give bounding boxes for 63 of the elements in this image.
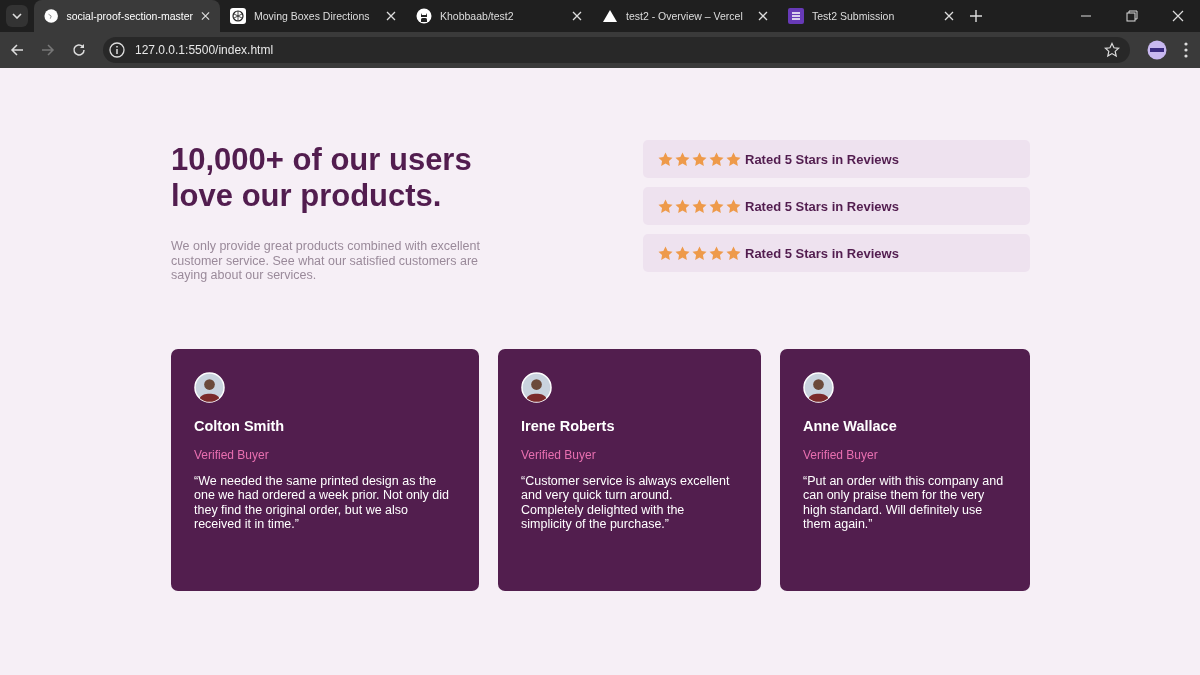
rating-label: Rated 5 Stars in Reviews xyxy=(745,151,899,167)
star-icon xyxy=(692,151,707,167)
tab-title: Test2 Submission xyxy=(812,10,896,22)
tab-title: Khobbaab/test2 xyxy=(440,10,515,22)
avatar xyxy=(194,371,225,403)
avatar xyxy=(803,371,834,403)
address-field[interactable]: 127.0.0.1:5500/index.html xyxy=(103,37,1130,63)
star-icon xyxy=(675,198,690,214)
browser-tab[interactable]: social-proof-section-master xyxy=(34,0,220,32)
verified-label: Verified Buyer xyxy=(521,447,597,462)
star-icon xyxy=(726,245,741,261)
testimonial-quote: “Put an order with this company and can only praise them for the very high standard. Will definitely use them again.” xyxy=(803,473,1005,532)
description: We only provide great products combined with excellent customer service. See what our satisfied customers are saying about our services. xyxy=(171,239,481,283)
verified-label: Verified Buyer xyxy=(803,447,879,462)
star-icon xyxy=(658,151,673,167)
close-icon[interactable] xyxy=(201,11,210,21)
star-icon xyxy=(692,245,707,261)
back-icon[interactable] xyxy=(10,43,24,57)
browser-tab[interactable]: Moving Boxes Directions xyxy=(220,0,406,32)
knot-icon xyxy=(230,8,246,24)
reload-icon[interactable] xyxy=(72,43,86,57)
reviewer-name: Anne Wallace xyxy=(803,417,898,434)
reviewer-name: Irene Roberts xyxy=(521,417,616,434)
star-icon xyxy=(709,198,724,214)
new-tab-icon[interactable] xyxy=(970,10,982,22)
tab-title: test2 - Overview – Vercel xyxy=(626,10,744,22)
reviewer-name: Colton Smith xyxy=(194,417,286,434)
forward-icon[interactable] xyxy=(41,43,55,57)
browser-tab[interactable]: Test2 Submission xyxy=(778,0,964,32)
star-icon xyxy=(675,151,690,167)
star-icon xyxy=(726,198,741,214)
chevron-icon xyxy=(12,13,22,19)
browser-tab[interactable]: Khobbaab/test2 xyxy=(406,0,592,32)
rating-label: Rated 5 Stars in Reviews xyxy=(745,245,899,261)
testimonial-quote: “We needed the same printed design as the one we had ordered a week prior. Not only did they find the original order, but we also received it in time.” xyxy=(194,473,451,532)
bookmark-star-icon[interactable] xyxy=(1104,42,1120,58)
profile-avatar-icon[interactable] xyxy=(1147,40,1167,60)
triangle-icon xyxy=(602,8,618,24)
star-icon xyxy=(709,245,724,261)
avatar xyxy=(521,371,552,403)
star-icon xyxy=(692,198,707,214)
headline: 10,000+ of our users love our products. xyxy=(171,142,473,214)
more-menu-icon[interactable] xyxy=(1184,42,1188,58)
list-icon xyxy=(788,8,804,24)
tab-search-button[interactable] xyxy=(6,5,28,27)
close-icon[interactable] xyxy=(1172,10,1184,22)
tab-title: social-proof-section-master xyxy=(66,10,193,22)
rating-label: Rated 5 Stars in Reviews xyxy=(745,198,899,214)
star-icon xyxy=(675,245,690,261)
star-icon xyxy=(726,151,741,167)
star-icon xyxy=(658,245,673,261)
browser-tab[interactable]: test2 - Overview – Vercel xyxy=(592,0,778,32)
tab-title: Moving Boxes Directions xyxy=(254,10,371,22)
restore-icon[interactable] xyxy=(1126,10,1138,22)
star-icon xyxy=(709,151,724,167)
testimonial-quote: “Customer service is always excellent and very quick turn around. Completely delighted with the simplicity of the purchase.” xyxy=(521,473,731,532)
close-icon[interactable] xyxy=(386,11,396,21)
close-icon[interactable] xyxy=(944,11,954,21)
star-icon xyxy=(658,198,673,214)
close-icon[interactable] xyxy=(758,11,768,21)
info-icon xyxy=(109,42,125,58)
verified-label: Verified Buyer xyxy=(194,447,270,462)
close-icon[interactable] xyxy=(572,11,582,21)
